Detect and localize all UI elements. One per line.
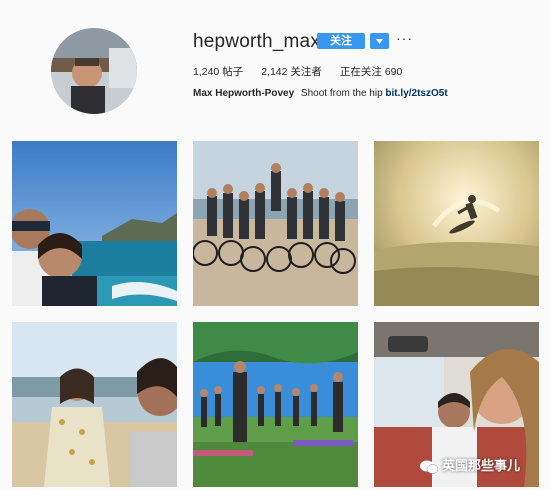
wechat-icon [420, 460, 438, 474]
post-group-yoga-park[interactable] [193, 322, 358, 487]
more-options-icon[interactable]: ··· [396, 30, 413, 46]
following-count[interactable]: 正在关注 690 [340, 66, 402, 78]
wechat-watermark: 英国那些事儿 [420, 455, 540, 477]
post-surfer-sunset[interactable] [374, 141, 539, 306]
bio-text: Shoot from the hip [300, 88, 383, 99]
triangle-down-icon [376, 39, 383, 44]
full-name: Max Hepworth-Povey [193, 88, 295, 99]
post-couple-selfie-coast[interactable] [12, 141, 177, 306]
followers-count[interactable]: 2,142 关注者 [261, 66, 322, 78]
watermark-text: 英国那些事儿 [442, 458, 521, 473]
posts-count[interactable]: 1,240 帖子 [193, 66, 243, 78]
follow-button[interactable]: 关注 [317, 33, 365, 49]
profile-header: hepworth_max 关注 ··· 1,240 帖子 2,142 关注者 正在关… [0, 0, 550, 125]
profile-bio: Max Hepworth-Povey Shoot from the hip bi… [193, 88, 448, 99]
bio-link[interactable]: bit.ly/2tszO5t [385, 88, 447, 99]
suggestions-dropdown-button[interactable] [370, 33, 389, 49]
post-group-cyclists-beach[interactable] [193, 141, 358, 306]
profile-avatar[interactable] [51, 28, 137, 114]
post-beach-selfie-woman[interactable] [12, 322, 177, 487]
username: hepworth_max [193, 31, 321, 52]
profile-stats: 1,240 帖子 2,142 关注者 正在关注 690 [193, 64, 420, 79]
